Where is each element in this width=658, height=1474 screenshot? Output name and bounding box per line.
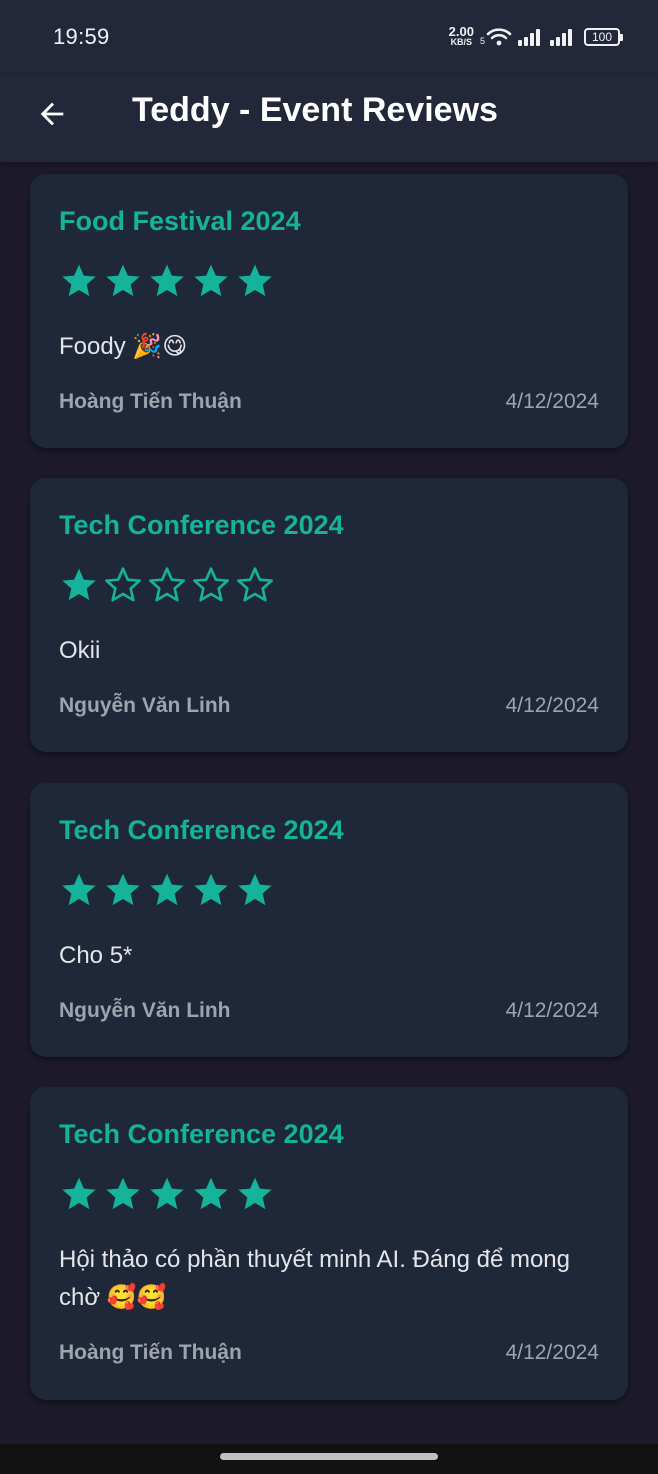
star-filled-icon (194, 264, 228, 297)
app-bar: Teddy - Event Reviews (0, 76, 658, 162)
star-outline-icon (237, 567, 273, 602)
review-author: Hoàng Tiến Thuận (59, 1341, 242, 1364)
home-indicator[interactable] (220, 1453, 438, 1460)
review-date: 4/12/2024 (505, 999, 599, 1022)
star-filled-icon (62, 1177, 96, 1210)
signal-icon-2 (550, 28, 572, 46)
battery-icon: 100 (584, 28, 623, 46)
review-comment: Okii (59, 637, 101, 664)
network-speed-unit: KB/S (450, 37, 473, 47)
review-comment: Hội thảo có phần thuyết minh AI. Đáng để… (59, 1246, 570, 1311)
review-author: Nguyễn Văn Linh (59, 999, 231, 1022)
review-date: 4/12/2024 (505, 1341, 599, 1364)
arrow-left-icon (40, 102, 64, 126)
star-filled-icon (194, 873, 228, 906)
event-title: Tech Conference 2024 (59, 1119, 344, 1149)
wifi-icon (486, 28, 512, 46)
star-rating (59, 870, 275, 910)
star-filled-icon (106, 1177, 140, 1210)
star-rating (59, 261, 275, 301)
star-filled-icon (62, 264, 96, 297)
star-filled-icon (238, 873, 272, 906)
star-filled-icon (150, 873, 184, 906)
wifi-badge: 5 (479, 36, 485, 46)
star-filled-icon (62, 873, 96, 906)
network-speed: 2.00 KB/S (448, 24, 474, 47)
reviews-list[interactable]: Food Festival 2024 Foody 🎉😋 Hoàng Tiến T… (0, 162, 658, 1444)
page-title: Teddy - Event Reviews (132, 91, 498, 129)
back-button[interactable] (28, 90, 76, 138)
signal-icon (518, 28, 540, 46)
star-filled-icon (106, 873, 140, 906)
review-card[interactable]: Tech Conference 2024 Cho 5* Nguyễn Văn L… (30, 783, 628, 1057)
review-card[interactable]: Tech Conference 2024 Okii Nguyễn Văn Lin… (30, 478, 628, 752)
screen: 19:59 2.00 KB/S 5 100 Teddy - Event Revi… (0, 0, 658, 1474)
star-filled-icon (150, 1177, 184, 1210)
network-speed-value: 2.00 (448, 24, 474, 39)
status-bar: 19:59 2.00 KB/S 5 100 (0, 0, 658, 76)
event-title: Tech Conference 2024 (59, 815, 344, 845)
star-outline-icon (105, 567, 142, 602)
star-outline-icon (193, 567, 230, 602)
review-comment: Foody 🎉😋 (59, 333, 188, 360)
status-time: 19:59 (53, 24, 110, 49)
star-filled-icon (194, 1177, 228, 1210)
star-filled-icon (238, 264, 272, 297)
review-comment: Cho 5* (59, 942, 133, 969)
wifi-status: 5 (480, 27, 512, 47)
status-icons: 2.00 KB/S 5 100 (448, 22, 623, 52)
star-outline-icon (149, 567, 186, 602)
star-filled-icon (106, 264, 140, 297)
star-filled-icon (62, 568, 96, 601)
star-filled-icon (238, 1177, 272, 1210)
star-filled-icon (150, 264, 184, 297)
event-title: Tech Conference 2024 (59, 510, 344, 540)
review-date: 4/12/2024 (505, 390, 599, 413)
star-rating (59, 565, 275, 605)
star-rating (59, 1174, 275, 1214)
review-card[interactable]: Food Festival 2024 Foody 🎉😋 Hoàng Tiến T… (30, 174, 628, 448)
review-author: Hoàng Tiến Thuận (59, 390, 242, 413)
review-date: 4/12/2024 (505, 694, 599, 717)
event-title: Food Festival 2024 (59, 206, 301, 236)
review-author: Nguyễn Văn Linh (59, 694, 231, 717)
review-card[interactable]: Tech Conference 2024 Hội thảo có phần th… (30, 1087, 628, 1400)
system-nav-bar (0, 1444, 658, 1474)
